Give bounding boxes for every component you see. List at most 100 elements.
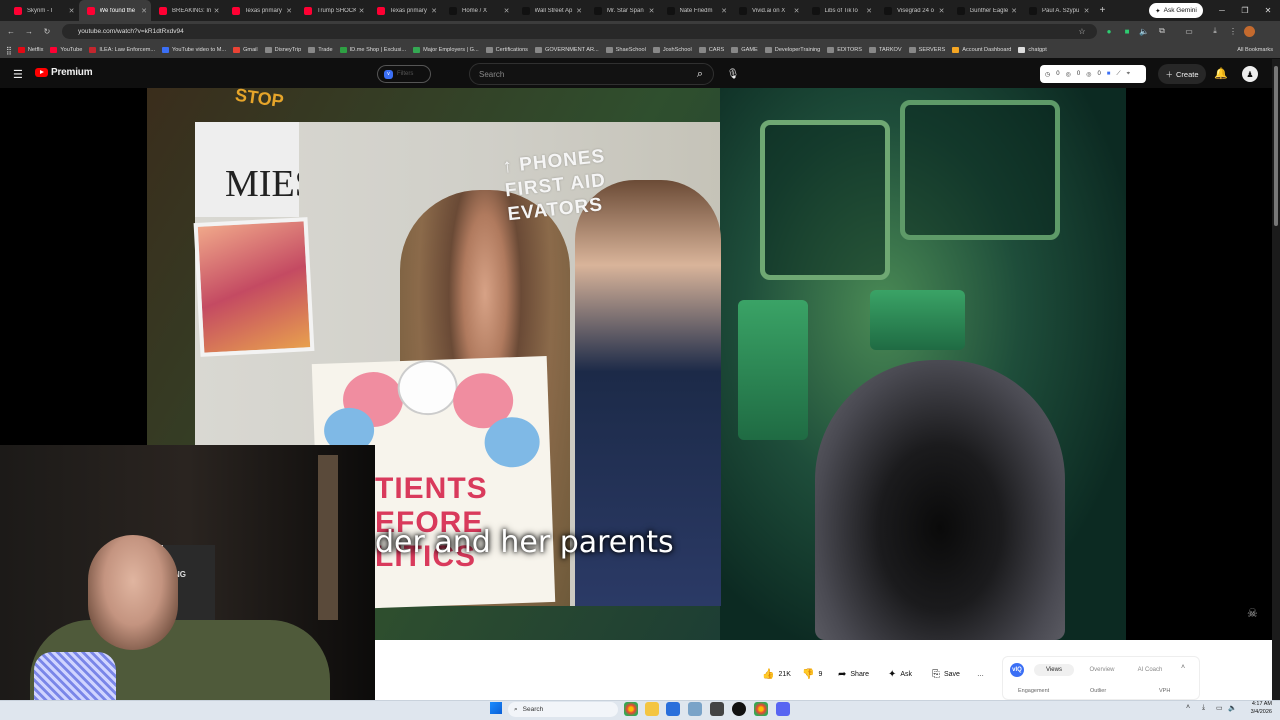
- ask-gemini-button[interactable]: ✦ Ask Gemini: [1149, 3, 1203, 18]
- scrollbar-thumb[interactable]: [1274, 66, 1278, 226]
- browser-tab[interactable]: Vivid.ai on X ✕: [731, 0, 804, 21]
- close-tab-icon[interactable]: ✕: [649, 7, 655, 15]
- browser-tab[interactable]: Texas primary ✕: [369, 0, 442, 21]
- chrome-taskbar-icon[interactable]: [624, 702, 638, 716]
- new-tab-button[interactable]: +: [1100, 5, 1106, 16]
- calendar-app-icon[interactable]: [666, 702, 680, 716]
- browser-tab[interactable]: Skyrim - I ✕: [6, 0, 79, 21]
- bookmark-item[interactable]: YouTube video to M...: [162, 47, 226, 53]
- bookmark-item[interactable]: Major Employers | G...: [413, 47, 479, 53]
- microphone-icon[interactable]: 🎙: [724, 65, 742, 83]
- channel-watermark-icon[interactable]: ☠: [1247, 606, 1263, 624]
- app-icon[interactable]: [710, 702, 724, 716]
- browser-tab[interactable]: Home / X ✕: [441, 0, 514, 21]
- extension-icon[interactable]: ●: [1102, 24, 1116, 38]
- browser-tab[interactable]: Libs of TikTo ✕: [804, 0, 877, 21]
- bookmark-item[interactable]: TARKOV: [869, 47, 902, 53]
- reload-icon[interactable]: ↻: [40, 24, 54, 38]
- notifications-bell-icon[interactable]: 🔔: [1214, 67, 1228, 80]
- bookmark-item[interactable]: ID.me Shop | Exclusi...: [339, 47, 406, 53]
- system-clock[interactable]: 4:17 AM 3/4/2026: [1238, 701, 1272, 716]
- collapse-chevron-icon[interactable]: ˄: [1181, 664, 1185, 671]
- taskbar-search[interactable]: ⌕ Search: [508, 702, 618, 717]
- browser-tab[interactable]: Paul A. Szypu ✕: [1021, 0, 1094, 21]
- bookmark-item[interactable]: ILEA: Law Enforcem...: [89, 47, 155, 53]
- bookmark-item[interactable]: SERVERS: [908, 47, 945, 53]
- browser-tab[interactable]: Visegrád 24 o ✕: [876, 0, 949, 21]
- hamburger-menu-icon[interactable]: ☰: [13, 68, 23, 81]
- close-tab-icon[interactable]: ✕: [286, 7, 292, 15]
- volume-icon[interactable]: 🔈: [1228, 704, 1237, 712]
- bookmark-item[interactable]: JoshSchool: [652, 47, 692, 53]
- chrome-profile-icon[interactable]: [754, 702, 768, 716]
- bookmark-item[interactable]: Account Dashboard: [952, 47, 1011, 53]
- bookmark-item[interactable]: EDITORS: [827, 47, 862, 53]
- ask-button[interactable]: ✦ Ask: [888, 665, 912, 683]
- close-tab-icon[interactable]: ✕: [721, 7, 727, 15]
- tab-overview[interactable]: Overview: [1080, 664, 1124, 676]
- bookmark-item[interactable]: Trade: [308, 47, 333, 53]
- url-field[interactable]: youtube.com/watch?v=kR1dtRxdv94: [62, 24, 1097, 39]
- browser-tab[interactable]: Mr. Star Span ✕: [586, 0, 659, 21]
- extensions-puzzle-icon[interactable]: ⧉: [1155, 24, 1169, 38]
- close-tab-icon[interactable]: ✕: [69, 7, 75, 15]
- close-tab-icon[interactable]: ✕: [1011, 7, 1017, 15]
- star-bookmark-icon[interactable]: ☆: [1075, 24, 1089, 38]
- share-button[interactable]: ➦ Share: [838, 665, 869, 683]
- browser-tab[interactable]: Wall Street Ap ✕: [514, 0, 587, 21]
- close-tab-icon[interactable]: ✕: [794, 7, 800, 15]
- close-window-button[interactable]: ✕: [1258, 3, 1278, 18]
- more-actions-button[interactable]: …: [977, 665, 984, 683]
- obs-icon[interactable]: [732, 702, 746, 716]
- bookmark-item[interactable]: chatgpt: [1018, 47, 1047, 53]
- bookmark-item[interactable]: DeveloperTraining: [764, 47, 820, 53]
- bookmark-item[interactable]: YouTube: [50, 47, 82, 53]
- browser-tab[interactable]: We found the ✕: [78, 0, 151, 21]
- bookmark-item[interactable]: ShaeSchool: [605, 47, 646, 53]
- browser-tab[interactable]: Gunther Eagle ✕: [949, 0, 1022, 21]
- dislike-button[interactable]: 👎 9: [802, 665, 822, 683]
- apps-icon[interactable]: ⣿: [6, 46, 12, 55]
- close-tab-icon[interactable]: ✕: [431, 7, 437, 15]
- close-tab-icon[interactable]: ✕: [504, 7, 510, 15]
- extension-icon[interactable]: ■: [1120, 24, 1134, 38]
- windows-start-icon[interactable]: [490, 702, 502, 714]
- menu-icon[interactable]: ⋮: [1226, 24, 1240, 38]
- like-button[interactable]: 👍 21K: [762, 665, 791, 683]
- filters-pill[interactable]: v Filters: [377, 65, 431, 83]
- tab-views[interactable]: Views: [1034, 664, 1074, 676]
- extension-toolbar[interactable]: ◷ 0 ◎ 0 ◎ 0 ■ ⟋ ⌖: [1040, 65, 1146, 83]
- sidebar-icon[interactable]: ▭: [1182, 24, 1196, 38]
- download-icon[interactable]: ⤓: [1208, 24, 1222, 38]
- tray-download-icon[interactable]: ⤓: [1202, 704, 1205, 712]
- bookmark-item[interactable]: DisneyTrip: [264, 47, 301, 53]
- search-input[interactable]: Search: [469, 63, 714, 85]
- close-tab-icon[interactable]: ✕: [939, 7, 945, 15]
- tab-ai-coach[interactable]: AI Coach: [1128, 664, 1172, 676]
- all-bookmarks-button[interactable]: All Bookmarks: [1237, 47, 1273, 53]
- bookmark-item[interactable]: Certifications: [485, 47, 528, 53]
- search-icon[interactable]: ⌕: [686, 63, 714, 85]
- bookmark-item[interactable]: CARS: [698, 47, 724, 53]
- close-tab-icon[interactable]: ✕: [141, 7, 147, 15]
- close-tab-icon[interactable]: ✕: [214, 7, 220, 15]
- bookmark-item[interactable]: GOVERNMENT AR...: [534, 47, 599, 53]
- save-button[interactable]: ⎘ Save: [932, 665, 960, 683]
- settings-app-icon[interactable]: [688, 702, 702, 716]
- maximize-button[interactable]: ❐: [1235, 3, 1255, 18]
- bookmark-item[interactable]: Gmail: [233, 47, 258, 53]
- minimize-button[interactable]: ─: [1212, 3, 1232, 18]
- bookmark-item[interactable]: GAME: [731, 47, 758, 53]
- back-icon[interactable]: ←: [4, 24, 18, 38]
- browser-tab[interactable]: BREAKING: In ✕: [151, 0, 224, 21]
- file-explorer-icon[interactable]: [645, 702, 659, 716]
- close-tab-icon[interactable]: ✕: [359, 7, 365, 15]
- volume-icon[interactable]: 🔈: [1137, 24, 1151, 38]
- tray-chevron-icon[interactable]: ˄: [1186, 704, 1190, 711]
- close-tab-icon[interactable]: ✕: [1084, 7, 1090, 15]
- browser-tab[interactable]: Trump SHOCK ✕: [296, 0, 369, 21]
- forward-icon[interactable]: →: [22, 24, 36, 38]
- close-tab-icon[interactable]: ✕: [866, 7, 872, 15]
- create-button[interactable]: ＋ Create: [1158, 64, 1206, 84]
- account-avatar[interactable]: ♟: [1242, 66, 1258, 82]
